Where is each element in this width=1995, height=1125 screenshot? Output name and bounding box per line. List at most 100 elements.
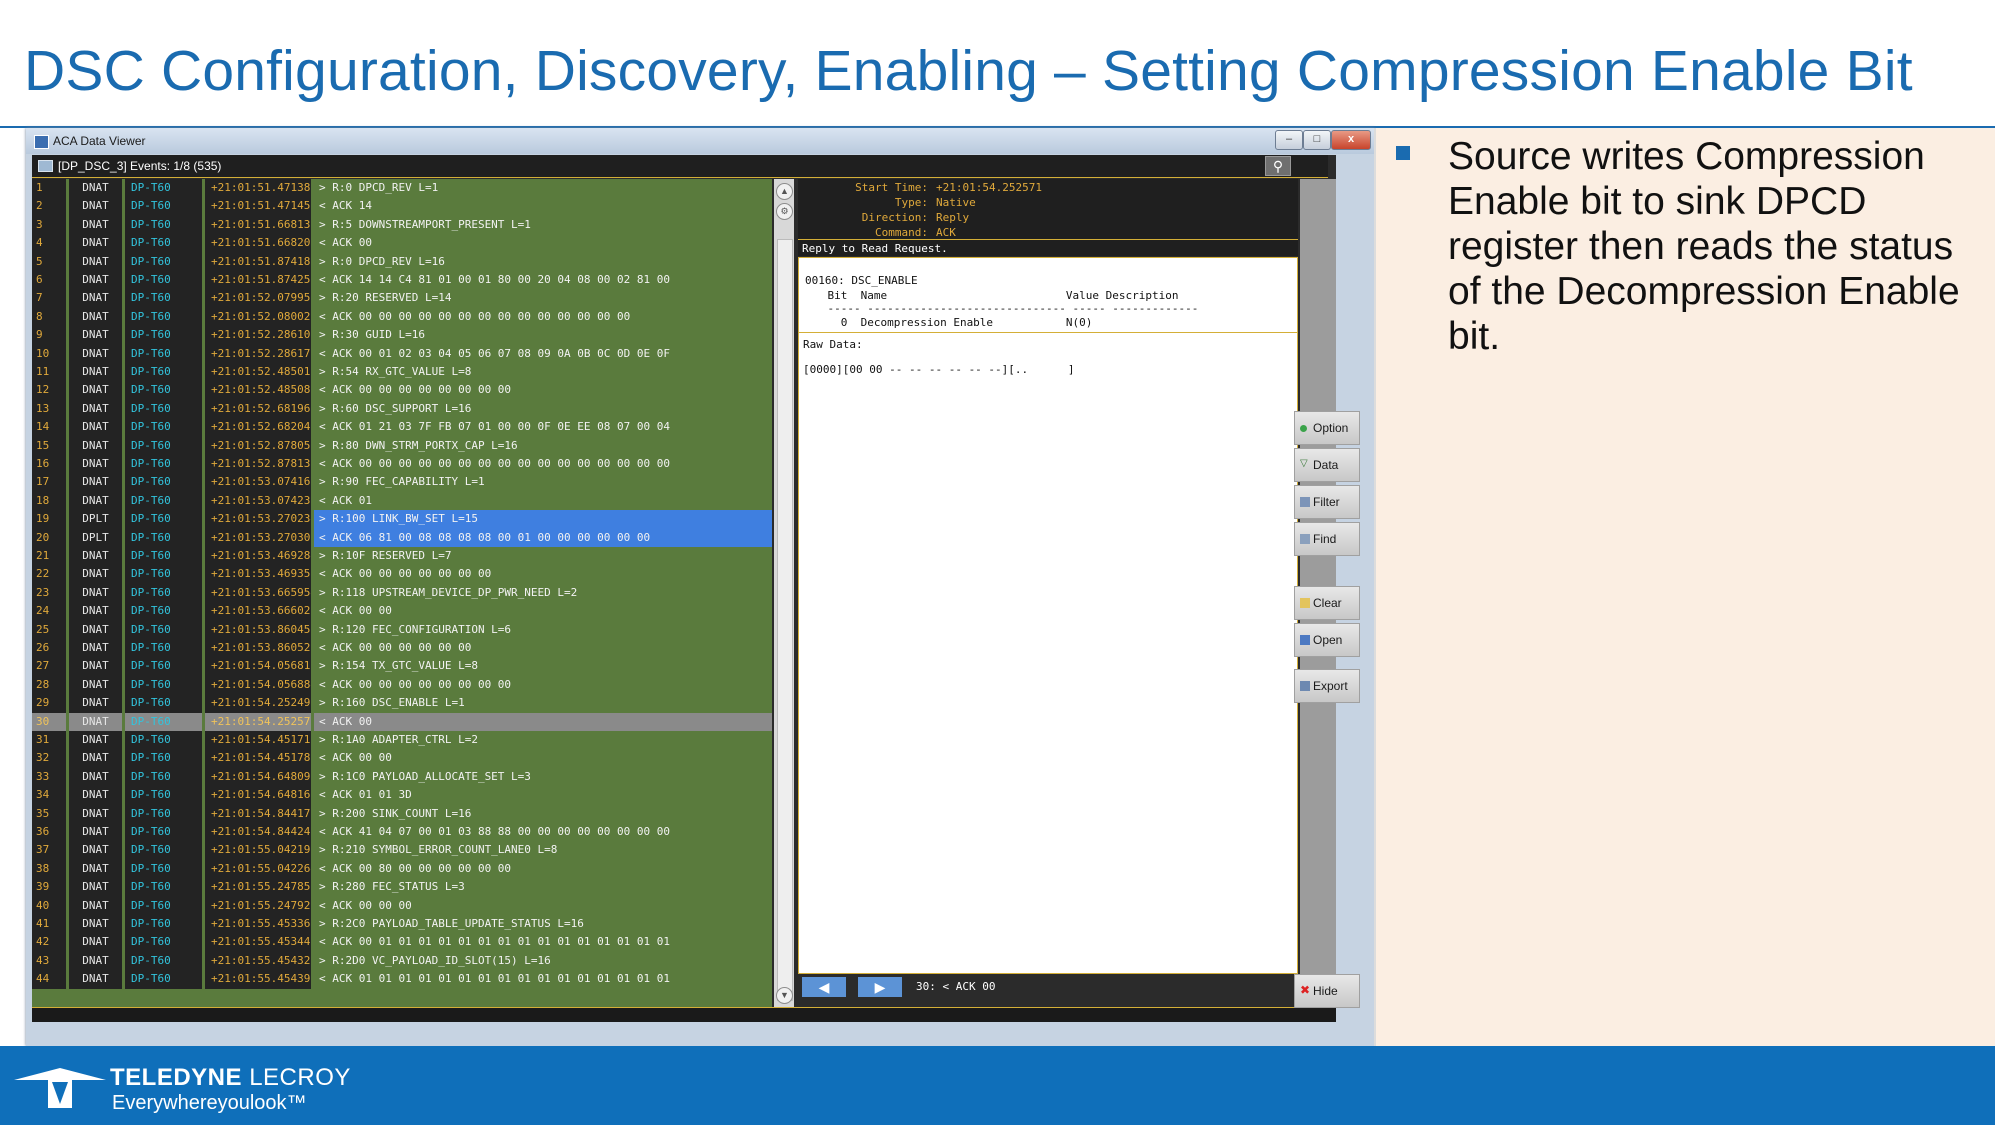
event-timestamp: +21:01:54.844245	[205, 823, 311, 842]
event-row[interactable]: 10 DNAT DP-T60 +21:01:52.286172 < ACK 00 01 …	[32, 344, 772, 363]
event-row[interactable]: 14 DNAT DP-T60 +21:01:52.682040 < ACK 01 21 …	[32, 418, 772, 437]
event-type: DNAT	[69, 491, 122, 511]
clear-button[interactable]: Clear	[1294, 586, 1360, 620]
event-row[interactable]: 40 DNAT DP-T60 +21:01:55.247929 < ACK 00 00 …	[32, 896, 772, 915]
event-row[interactable]: 28 DNAT DP-T60 +21:01:54.056884 < ACK 00 00 …	[32, 675, 772, 695]
event-row[interactable]: 2 DNAT DP-T60 +21:01:51.471456 < ACK 14	[32, 197, 772, 216]
event-type: DNAT	[69, 731, 122, 750]
event-timestamp: +21:01:52.878132	[205, 455, 311, 474]
event-row[interactable]: 4 DNAT DP-T60 +21:01:51.668208 < ACK 00	[32, 234, 772, 253]
event-timestamp: +21:01:52.485088	[205, 381, 311, 400]
event-row[interactable]: 23 DNAT DP-T60 +21:01:53.665954 > R:118 UPST…	[32, 583, 772, 603]
event-link: DP-T60	[125, 657, 202, 676]
event-row[interactable]: 11 DNAT DP-T60 +21:01:52.485016 > R:54 RX_GT…	[32, 363, 772, 382]
event-row[interactable]: 38 DNAT DP-T60 +21:01:55.042264 < ACK 00 80 …	[32, 859, 772, 879]
event-row[interactable]: 9 DNAT DP-T60 +21:01:52.286100 > R:30 GUID L…	[32, 326, 772, 345]
event-row[interactable]: 34 DNAT DP-T60 +21:01:54.648167 < ACK 01 01 …	[32, 786, 772, 805]
event-row[interactable]: 22 DNAT DP-T60 +21:01:53.469357 < ACK 00 00 …	[32, 565, 772, 584]
event-row[interactable]: 13 DNAT DP-T60 +21:01:52.681968 > R:60 DSC_S…	[32, 399, 772, 419]
scroll-thumb[interactable]	[777, 239, 793, 1001]
export-button[interactable]: Export	[1294, 669, 1360, 703]
event-row[interactable]: 19 DPLT DP-T60 +21:01:53.270234 > R:100 LINK…	[32, 510, 772, 529]
hide-button[interactable]: ✖ Hide	[1294, 974, 1360, 1008]
prev-event-icon[interactable]: ◀	[802, 977, 846, 997]
minimize-button[interactable]: –	[1275, 130, 1303, 150]
event-link: DP-T60	[125, 344, 202, 363]
event-row[interactable]: 12 DNAT DP-T60 +21:01:52.485088 < ACK 00 00 …	[32, 381, 772, 400]
decode-panel[interactable]: 00160: DSC_ENABLE Bit Name Value Descrip…	[798, 257, 1298, 974]
event-row[interactable]: 29 DNAT DP-T60 +21:01:54.252499 > R:160 DSC_…	[32, 694, 772, 713]
event-index: 36	[32, 823, 66, 842]
option-icon	[1300, 425, 1307, 432]
event-list-scrollbar[interactable]: ▲ ⚙ ▼	[774, 179, 794, 1007]
event-message: < ACK 00 00 00 00 00 00 00 00	[319, 677, 512, 691]
event-row[interactable]: 8 DNAT DP-T60 +21:01:52.080028 < ACK 00 00 0…	[32, 307, 772, 327]
scroll-settings-icon[interactable]: ⚙	[776, 203, 793, 220]
event-row[interactable]: 25 DNAT DP-T60 +21:01:53.860452 > R:120 FEC_…	[32, 620, 772, 639]
event-index: 30	[32, 712, 66, 731]
event-row[interactable]: 41 DNAT DP-T60 +21:01:55.453368 > R:2C0 PAYL…	[32, 915, 772, 934]
event-link: DP-T60	[125, 547, 202, 566]
event-type: DNAT	[69, 234, 122, 253]
data-button[interactable]: ▽ Data	[1294, 448, 1360, 482]
event-row[interactable]: 32 DNAT DP-T60 +21:01:54.451783 < ACK 00 00	[32, 749, 772, 768]
event-row[interactable]: 35 DNAT DP-T60 +21:01:54.844172 > R:200 SINK…	[32, 804, 772, 823]
event-row[interactable]: 36 DNAT DP-T60 +21:01:54.844245 < ACK 41 04 …	[32, 823, 772, 842]
event-row[interactable]: 31 DNAT DP-T60 +21:01:54.451710 > R:1A0 ADAP…	[32, 731, 772, 750]
find-button[interactable]: Find	[1294, 522, 1360, 556]
event-row[interactable]: 17 DNAT DP-T60 +21:01:53.074166 > R:90 FEC_C…	[32, 473, 772, 492]
event-row[interactable]: 21 DNAT DP-T60 +21:01:53.469284 > R:10F RESE…	[32, 547, 772, 566]
maximize-button[interactable]: □	[1303, 130, 1331, 150]
event-row[interactable]: 39 DNAT DP-T60 +21:01:55.247857 > R:280 FEC_…	[32, 878, 772, 897]
event-row[interactable]: 15 DNAT DP-T60 +21:01:52.878059 > R:80 DWN_S…	[32, 436, 772, 455]
next-event-icon[interactable]: ▶	[858, 977, 902, 997]
event-row[interactable]: 20 DPLT DP-T60 +21:01:53.270307 < ACK 06 81 …	[32, 528, 772, 547]
event-row[interactable]: 6 DNAT DP-T60 +21:01:51.874255 < ACK 14 14 C…	[32, 271, 772, 290]
event-row[interactable]: 16 DNAT DP-T60 +21:01:52.878132 < ACK 00 00 …	[32, 455, 772, 474]
event-timestamp: +21:01:52.286172	[205, 344, 311, 363]
event-row[interactable]: 3 DNAT DP-T60 +21:01:51.668136 > R:5 DOWNSTR…	[32, 215, 772, 235]
scroll-down-icon[interactable]: ▼	[776, 987, 793, 1004]
event-row[interactable]: 1 DNAT DP-T60 +21:01:51.471383 > R:0 DPCD_RE…	[32, 179, 772, 198]
event-timestamp: +21:01:51.668136	[205, 215, 311, 235]
close-button[interactable]: x	[1331, 130, 1371, 150]
event-link: DP-T60	[125, 583, 202, 603]
event-index: 33	[32, 767, 66, 787]
event-message: < ACK 00 00 00 00 00 00 00 00 00 00 00 0…	[319, 457, 670, 470]
event-index: 44	[32, 970, 66, 989]
event-message: > R:5 DOWNSTREAMPORT_PRESENT L=1	[319, 217, 531, 231]
event-index: 16	[32, 455, 66, 474]
event-type: DNAT	[69, 620, 122, 639]
event-row[interactable]: 44 DNAT DP-T60 +21:01:55.454397 < ACK 01 01 …	[32, 970, 772, 989]
event-timestamp: +21:01:53.469284	[205, 547, 311, 566]
event-row[interactable]: 30 DNAT DP-T60 +21:01:54.252571 < ACK 00	[32, 712, 772, 731]
event-message: > R:54 RX_GTC_VALUE L=8	[319, 365, 472, 378]
session-label: [DP_DSC_3] Events: 1/8 (535)	[58, 159, 222, 173]
event-row[interactable]: 42 DNAT DP-T60 +21:01:55.453441 < ACK 00 01 …	[32, 933, 772, 952]
event-timestamp: +21:01:55.453368	[205, 915, 311, 934]
option-button[interactable]: Option	[1294, 411, 1360, 445]
window-titlebar[interactable]: ACA Data Viewer – □ x	[26, 128, 1375, 154]
event-row[interactable]: 37 DNAT DP-T60 +21:01:55.042191 > R:210 SYMB…	[32, 841, 772, 860]
event-row[interactable]: 27 DNAT DP-T60 +21:01:54.056812 > R:154 TX_G…	[32, 657, 772, 676]
event-list[interactable]: 1 DNAT DP-T60 +21:01:51.471383 > R:0 DPCD_RE…	[32, 179, 772, 1007]
event-row[interactable]: 33 DNAT DP-T60 +21:01:54.648095 > R:1C0 PAYL…	[32, 767, 772, 787]
scroll-up-icon[interactable]: ▲	[776, 183, 793, 200]
event-type: DNAT	[69, 455, 122, 474]
open-button[interactable]: Open	[1294, 623, 1360, 657]
event-message: > R:200 SINK_COUNT L=16	[319, 806, 472, 820]
event-row[interactable]: 5 DNAT DP-T60 +21:01:51.874182 > R:0 DPCD_RE…	[32, 252, 772, 271]
filter-button[interactable]: Filter	[1294, 485, 1360, 519]
event-row[interactable]: 24 DNAT DP-T60 +21:01:53.666027 < ACK 00 00	[32, 602, 772, 621]
event-timestamp: +21:01:51.471456	[205, 197, 311, 216]
detail-type: Type: Native	[894, 196, 976, 209]
event-message: > R:30 GUID L=16	[319, 328, 425, 342]
event-row[interactable]: 43 DNAT DP-T60 +21:01:55.454325 > R:2D0 VC_P…	[32, 951, 772, 971]
event-message: > R:154 TX_GTC_VALUE L=8	[319, 659, 478, 673]
search-icon[interactable]: ⚲	[1265, 156, 1291, 176]
event-row[interactable]: 7 DNAT DP-T60 +21:01:52.079956 > R:20 RESERV…	[32, 289, 772, 308]
event-index: 21	[32, 547, 66, 566]
event-row[interactable]: 18 DNAT DP-T60 +21:01:53.074238 < ACK 01	[32, 491, 772, 511]
event-row[interactable]: 26 DNAT DP-T60 +21:01:53.860525 < ACK 00 00 …	[32, 639, 772, 658]
event-index: 32	[32, 749, 66, 768]
